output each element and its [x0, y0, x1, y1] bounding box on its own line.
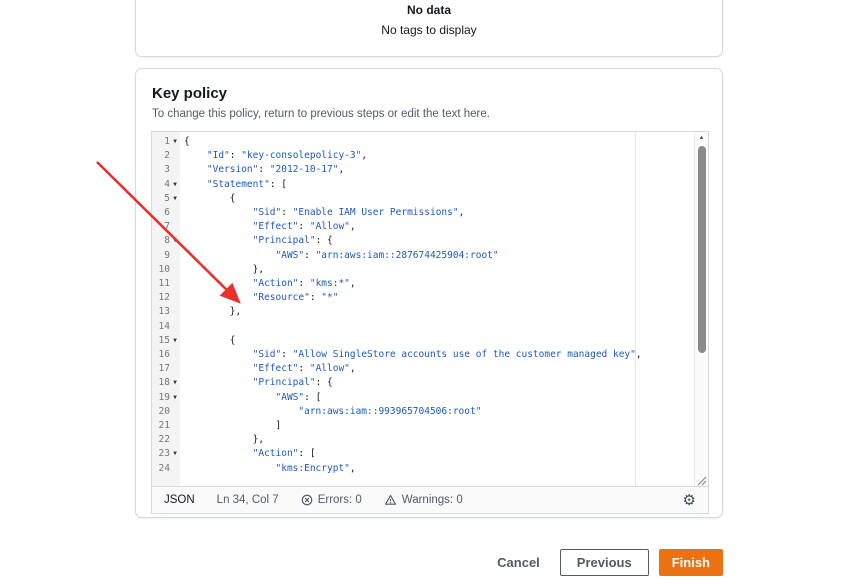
editor-code-area[interactable]: 1▼{2 "Id": "key-consolepolicy-3",3 "Vers…: [152, 132, 708, 486]
code-line-21[interactable]: 21 ]: [152, 419, 694, 433]
key-policy-title: Key policy: [152, 85, 706, 102]
warning-icon: [384, 494, 397, 506]
code-lines[interactable]: 1▼{2 "Id": "key-consolepolicy-3",3 "Vers…: [152, 135, 694, 476]
code-line-9[interactable]: 9 "AWS": "arn:aws:iam::287674425904:root…: [152, 249, 694, 263]
editor-scrollbar[interactable]: ▲: [694, 132, 708, 486]
code-line-1[interactable]: 1▼{: [152, 135, 694, 149]
code-line-14[interactable]: 14: [152, 320, 694, 334]
code-line-13[interactable]: 13 },: [152, 305, 694, 319]
tags-card: No data No tags to display: [135, 0, 723, 57]
wizard-footer: Cancel Previous Finish: [135, 549, 723, 576]
errors-status: Errors: 0: [301, 494, 362, 506]
code-line-2[interactable]: 2 "Id": "key-consolepolicy-3",: [152, 149, 694, 163]
code-line-23[interactable]: 23▼ "Action": [: [152, 447, 694, 461]
code-line-4[interactable]: 4▼ "Statement": [: [152, 178, 694, 192]
resize-grip-icon: [695, 474, 707, 486]
code-line-19[interactable]: 19▼ "AWS": [: [152, 391, 694, 405]
code-line-10[interactable]: 10 },: [152, 263, 694, 277]
code-line-24[interactable]: 24 "kms:Encrypt",: [152, 462, 694, 476]
policy-editor[interactable]: 1▼{2 "Id": "key-consolepolicy-3",3 "Vers…: [151, 131, 709, 514]
code-line-22[interactable]: 22 },: [152, 433, 694, 447]
no-tags-text: No tags to display: [136, 23, 722, 37]
editor-status-bar: JSON Ln 34, Col 7 Errors: 0 Warnings: 0 …: [152, 486, 708, 513]
errors-count: Errors: 0: [318, 494, 362, 506]
key-policy-description: To change this policy, return to previou…: [152, 108, 706, 120]
code-line-6[interactable]: 6 "Sid": "Enable IAM User Permissions",: [152, 206, 694, 220]
key-policy-card: Key policy To change this policy, return…: [135, 68, 723, 518]
editor-resize-handle[interactable]: [695, 473, 707, 485]
error-icon: [301, 494, 313, 506]
warnings-count: Warnings: 0: [402, 494, 463, 506]
code-line-17[interactable]: 17 "Effect": "Allow",: [152, 362, 694, 376]
finish-button[interactable]: Finish: [659, 549, 723, 576]
key-policy-header: Key policy To change this policy, return…: [136, 69, 722, 120]
code-line-12[interactable]: 12 "Resource": "*": [152, 291, 694, 305]
scrollbar-up-arrow-icon[interactable]: ▲: [695, 135, 708, 141]
code-line-8[interactable]: 8▼ "Principal": {: [152, 234, 694, 248]
cursor-position: Ln 34, Col 7: [217, 494, 279, 506]
code-line-11[interactable]: 11 "Action": "kms:*",: [152, 277, 694, 291]
code-line-20[interactable]: 20 "arn:aws:iam::993965704506:root": [152, 405, 694, 419]
code-line-18[interactable]: 18▼ "Principal": {: [152, 376, 694, 390]
warnings-status: Warnings: 0: [384, 494, 463, 506]
no-data-text: No data: [136, 3, 722, 17]
code-line-3[interactable]: 3 "Version": "2012-10-17",: [152, 163, 694, 177]
code-line-5[interactable]: 5▼ {: [152, 192, 694, 206]
editor-settings-button[interactable]: ⚙: [683, 493, 696, 508]
scrollbar-thumb[interactable]: [698, 146, 706, 353]
code-line-15[interactable]: 15▼ {: [152, 334, 694, 348]
previous-button[interactable]: Previous: [560, 549, 649, 576]
code-line-16[interactable]: 16 "Sid": "Allow SingleStore accounts us…: [152, 348, 694, 362]
cancel-button[interactable]: Cancel: [487, 549, 550, 576]
code-line-7[interactable]: 7 "Effect": "Allow",: [152, 220, 694, 234]
editor-language: JSON: [164, 494, 195, 506]
